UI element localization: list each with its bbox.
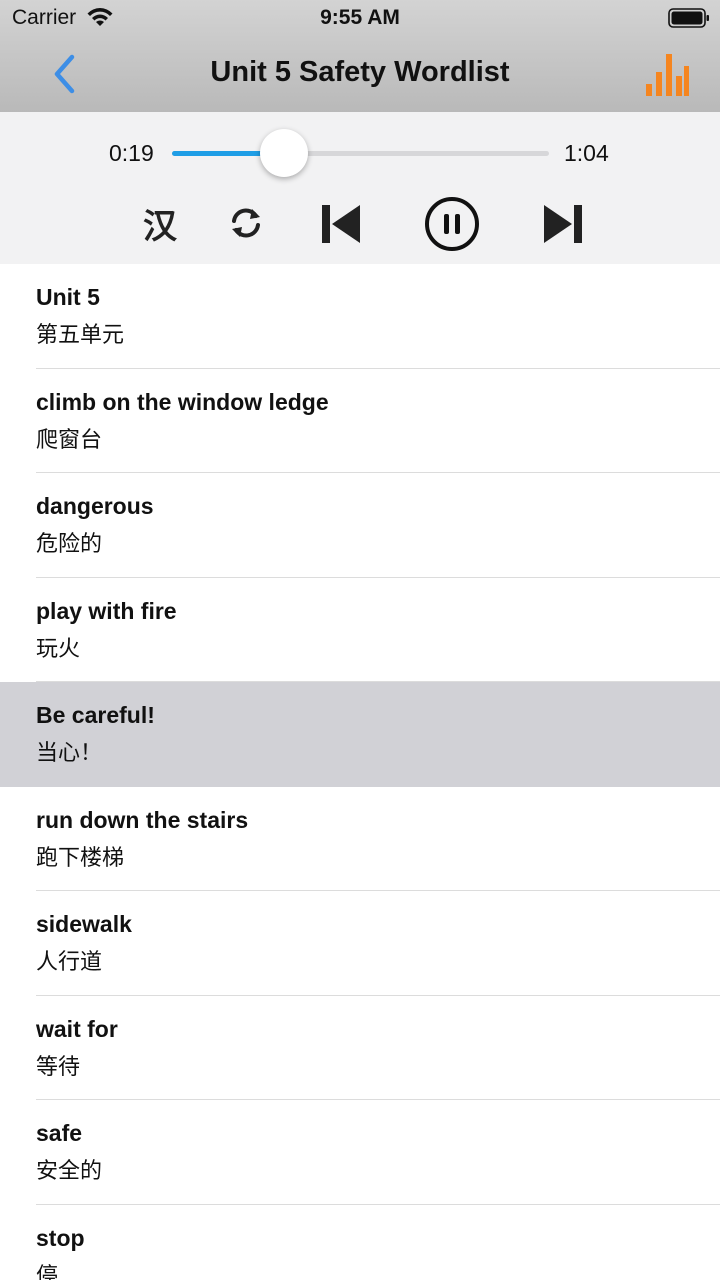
pause-button[interactable] (424, 196, 480, 252)
slider-thumb[interactable] (259, 129, 308, 177)
status-time: 9:55 AM (320, 6, 400, 29)
previous-button[interactable] (320, 202, 364, 246)
word-chinese: 跑下楼梯 (36, 845, 125, 871)
list-item[interactable]: Be careful! 当心！ (0, 682, 720, 787)
skip-previous-icon (322, 205, 360, 243)
list-item[interactable]: play with fire 玩火 (0, 577, 720, 682)
word-english: Unit 5 (36, 284, 100, 310)
page-title: Unit 5 Safety Wordlist (210, 56, 510, 88)
next-button[interactable] (540, 202, 584, 246)
list-item[interactable]: wait for 等待 (0, 995, 720, 1100)
repeat-button[interactable] (226, 202, 266, 244)
nav-bar: Unit 5 Safety Wordlist (0, 40, 720, 112)
word-english: sidewalk (36, 911, 132, 937)
progress-slider[interactable] (172, 151, 549, 156)
audio-player: 0:19 1:04 汉 (0, 112, 720, 264)
list-item[interactable]: Unit 5 第五单元 (0, 264, 720, 369)
header: Carrier 9:55 AM Unit 5 Safety Wordlist (0, 0, 720, 112)
word-english: climb on the window ledge (36, 388, 329, 415)
current-time: 0:19 (109, 140, 154, 166)
word-english: Be careful! (36, 702, 155, 728)
word-chinese: 第五单元 (36, 323, 125, 348)
word-chinese: 等待 (36, 1054, 81, 1080)
repeat-icon (232, 208, 260, 238)
list-item[interactable]: safe 安全的 (0, 1100, 720, 1205)
word-chinese: 爬窗台 (36, 427, 103, 453)
total-time: 1:04 (564, 140, 609, 166)
word-chinese: 停 (36, 1263, 59, 1280)
skip-next-icon (544, 205, 582, 243)
word-english: stop (36, 1224, 85, 1251)
list-item[interactable]: climb on the window ledge 爬窗台 (0, 368, 720, 473)
word-chinese: 危险的 (36, 532, 103, 557)
pause-icon (425, 197, 479, 251)
word-chinese: 玩火 (36, 636, 81, 662)
list-item[interactable]: dangerous 危险的 (0, 473, 720, 578)
chinese-toggle-button[interactable]: 汉 (138, 200, 182, 247)
status-bar: Carrier 9:55 AM (0, 0, 720, 40)
word-english: play with fire (36, 597, 177, 624)
word-english: wait for (36, 1015, 118, 1042)
word-chinese: 安全的 (36, 1159, 103, 1184)
list-item[interactable]: sidewalk 人行道 (0, 891, 720, 996)
word-chinese: 当心！ (36, 741, 103, 766)
battery-icon (668, 8, 709, 28)
word-list: Unit 5 第五单元 climb on the window ledge 爬窗台 da… (0, 264, 720, 1280)
list-item[interactable]: run down the stairs 跑下楼梯 (0, 786, 720, 891)
word-english: dangerous (36, 493, 154, 519)
list-item[interactable]: stop 停 (0, 1204, 720, 1280)
word-english: run down the stairs (36, 806, 249, 833)
word-english: safe (36, 1120, 83, 1146)
word-chinese: 人行道 (36, 950, 103, 975)
bar-chart-icon[interactable] (642, 50, 690, 98)
